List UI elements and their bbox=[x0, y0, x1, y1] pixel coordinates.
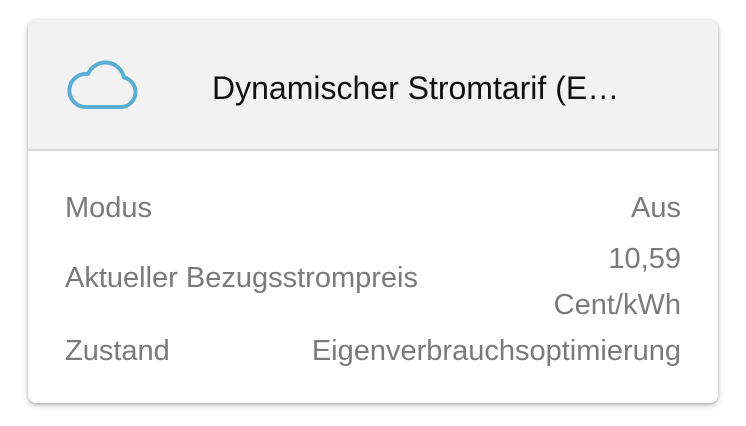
mode-row: Modus Aus bbox=[65, 188, 681, 228]
card-header[interactable]: Dynamischer Stromtarif (E… bbox=[28, 20, 718, 151]
state-value: Eigenverbrauchsoptimierung bbox=[311, 335, 681, 367]
tariff-card[interactable]: Dynamischer Stromtarif (E… Modus Aus Akt… bbox=[28, 20, 718, 403]
cloud-icon bbox=[66, 59, 140, 111]
state-label: Zustand bbox=[65, 335, 170, 367]
mode-value: Aus bbox=[631, 192, 681, 224]
mode-label: Modus bbox=[65, 192, 153, 224]
price-value: 10,59 Cent/kWh bbox=[554, 236, 681, 328]
price-row: Aktueller Bezugsstrompreis 10,59 Cent/kW… bbox=[65, 236, 681, 326]
price-amount: 10,59 bbox=[608, 243, 681, 275]
price-unit: Cent/kWh bbox=[553, 289, 681, 321]
price-label: Aktueller Bezugsstrompreis bbox=[65, 262, 418, 294]
state-row: Zustand Eigenverbrauchsoptimierung bbox=[65, 331, 681, 371]
card-title: Dynamischer Stromtarif (E… bbox=[212, 70, 620, 106]
